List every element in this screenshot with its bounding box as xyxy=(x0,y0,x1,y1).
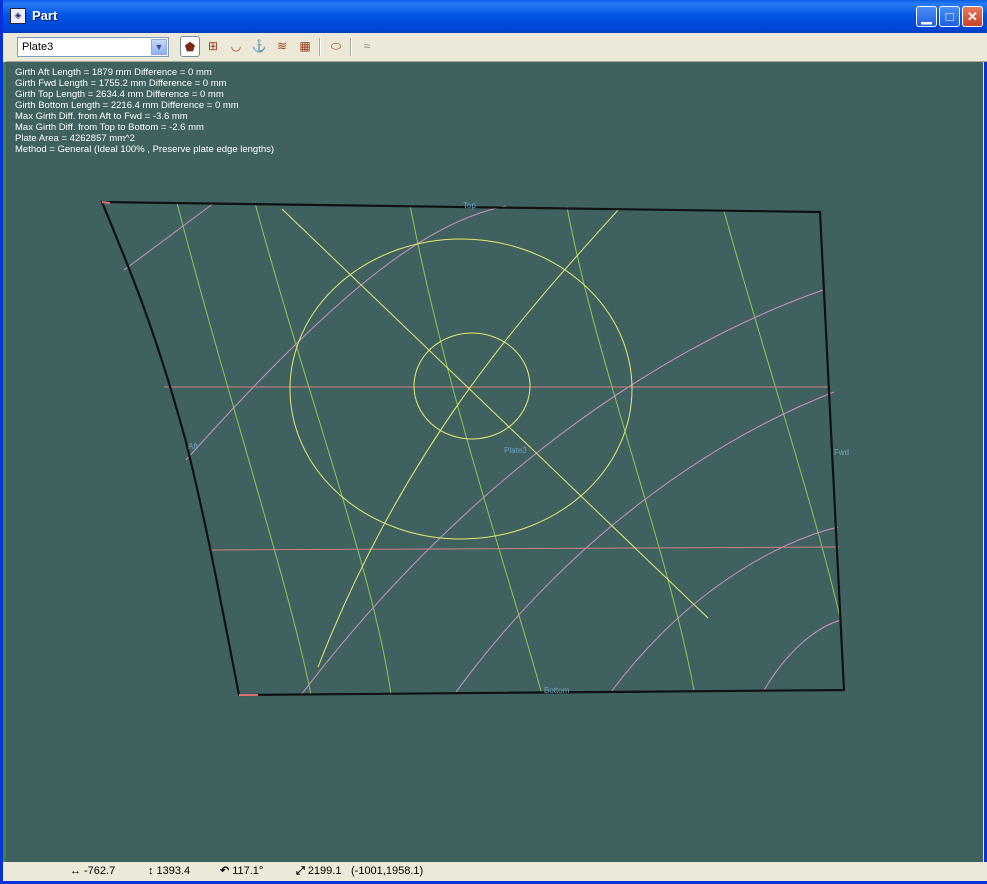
title-bar[interactable]: ◈ Part ▁ □ ✕ xyxy=(3,0,987,33)
window-title: Part xyxy=(32,8,58,23)
plate-select-value: Plate3 xyxy=(22,41,54,53)
status-length: ⤢ 2199.1 xyxy=(296,865,342,877)
status-coords: (-1001,1958.1) xyxy=(351,865,424,877)
fwd-label: Fwd xyxy=(834,448,850,457)
part-window: ◈ Part ▁ □ ✕ Plate3 ▼ ⬟ ⊞ ◡ ⚓ ≋ ▦ ⬭ ≈ Gi… xyxy=(0,0,987,884)
toolbar-separator xyxy=(350,38,352,56)
hull-shape-icon[interactable]: ◡ xyxy=(226,36,246,57)
maximize-button[interactable]: □ xyxy=(939,6,960,27)
toolbar: Plate3 ▼ ⬟ ⊞ ◡ ⚓ ≋ ▦ ⬭ ≈ xyxy=(6,33,987,62)
drawing-canvas[interactable]: Girth Aft Length = 1879 mm Difference = … xyxy=(6,62,983,862)
status-dy: ↕ 1393.4 xyxy=(148,865,191,877)
status-dx: ↔ -762.7 xyxy=(70,865,116,877)
rotate-icon: ↶ xyxy=(220,865,230,877)
vertical-arrow-icon: ↕ xyxy=(148,865,154,877)
status-bar: ↔ -762.7 ↕ 1393.4 ↶ 117.1° ⤢ 2199.1 (-1001,1… xyxy=(6,862,987,881)
app-icon: ◈ xyxy=(10,8,26,24)
minimize-button[interactable]: ▁ xyxy=(916,6,937,27)
diagonal-line xyxy=(281,208,709,619)
plate-name-label: Plate3 xyxy=(504,446,527,455)
status-angle: ↶ 117.1° xyxy=(220,865,264,877)
small-circle xyxy=(413,332,531,440)
close-button[interactable]: ✕ xyxy=(962,6,983,27)
chevron-down-icon[interactable]: ▼ xyxy=(151,39,167,55)
lattice-icon[interactable]: ▦ xyxy=(295,36,315,57)
plate-outline xyxy=(100,200,846,697)
horizontal-arrow-icon: ↔ xyxy=(70,865,81,877)
wave-icon[interactable]: ≈ xyxy=(357,36,377,57)
grid-icon[interactable]: ⊞ xyxy=(203,36,223,57)
waterline xyxy=(123,202,215,271)
aft-label: Aft xyxy=(188,442,198,451)
profile-icon[interactable]: ⬭ xyxy=(326,36,346,57)
waterline xyxy=(185,205,507,461)
frame-line xyxy=(566,206,695,691)
toolbar-separator xyxy=(319,38,321,56)
curve-line xyxy=(317,208,620,668)
waterline xyxy=(455,391,835,693)
plate-drawing xyxy=(100,200,846,697)
stack-icon[interactable]: ≋ xyxy=(272,36,292,57)
plate-select[interactable]: Plate3 ▼ xyxy=(17,37,169,57)
waterline xyxy=(762,619,842,693)
anchor-icon[interactable]: ⚓ xyxy=(249,36,269,57)
top-label: Top xyxy=(463,201,476,210)
diagonal-arrow-icon: ⤢ xyxy=(296,865,305,877)
bottom-label: Bottom xyxy=(544,686,570,695)
waterline xyxy=(610,526,839,693)
seam-line xyxy=(210,546,840,551)
plate-view-icon[interactable]: ⬟ xyxy=(180,36,200,57)
